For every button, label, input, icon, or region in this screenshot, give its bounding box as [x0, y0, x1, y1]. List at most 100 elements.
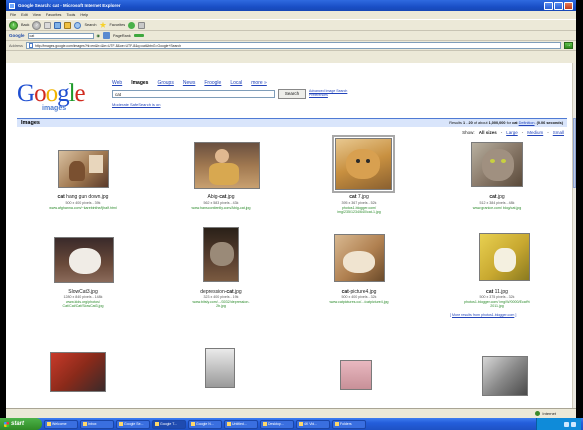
- image-thumbnail[interactable]: [58, 150, 109, 188]
- menu-file[interactable]: File: [10, 13, 16, 17]
- logo-letter: e: [74, 80, 86, 107]
- taskbar-item[interactable]: Untitled...: [224, 419, 258, 429]
- menu-favorites[interactable]: Favorites: [46, 13, 62, 17]
- size-filter: Show: All sizes - Large - Medium - Small: [462, 130, 564, 135]
- search-icon[interactable]: [74, 21, 82, 29]
- title-bar[interactable]: Google Search: cat - Microsoft Internet …: [6, 0, 576, 11]
- go-button[interactable]: →: [564, 42, 573, 49]
- window-icon: [83, 422, 87, 426]
- definition-link[interactable]: Definition: [519, 121, 535, 125]
- back-label[interactable]: Back: [21, 23, 29, 27]
- image-dimensions: 500 x 400 pixels - 39k: [65, 201, 101, 205]
- image-thumbnail[interactable]: [50, 352, 106, 392]
- tab-groups[interactable]: Groups: [157, 80, 173, 86]
- taskbar-item[interactable]: Google Se...: [116, 419, 150, 429]
- image-source-url[interactable]: photos1.blogger.com/ img/W/0000/Ecat% 20…: [432, 300, 562, 309]
- taskbar-item-active[interactable]: Google T...: [152, 419, 186, 429]
- window-icon: [47, 422, 51, 426]
- minimize-button[interactable]: [544, 1, 553, 10]
- favorites-label[interactable]: Favorites: [109, 23, 125, 27]
- tab-froogle[interactable]: Froogle: [204, 80, 221, 86]
- image-source-url[interactable]: photos1.blogger.com/ img/235/1234/640/ca…: [294, 206, 424, 215]
- image-thumbnail[interactable]: [340, 360, 372, 390]
- menu-edit[interactable]: Edit: [21, 13, 28, 17]
- network-icon[interactable]: [571, 421, 576, 427]
- taskbar: start Welcome Inbox Google Se... Google …: [0, 418, 583, 430]
- search-button[interactable]: Search: [278, 89, 306, 99]
- menu-help[interactable]: Help: [80, 13, 88, 17]
- zone-label: Internet: [542, 411, 556, 416]
- google-toolbar-go-icon[interactable]: ◉: [97, 33, 101, 38]
- show-label: Show:: [462, 130, 475, 135]
- start-label: start: [11, 421, 25, 427]
- google-search-web-icon[interactable]: [103, 32, 110, 39]
- image-thumbnail[interactable]: [203, 227, 239, 282]
- image-thumbnail[interactable]: [482, 356, 528, 396]
- window-icon: [227, 422, 231, 426]
- logo-letter: o: [34, 80, 46, 107]
- start-button[interactable]: start: [0, 418, 42, 430]
- more-results-link[interactable]: [ More results from photos1.blogger.com …: [450, 313, 516, 317]
- tab-local[interactable]: Local: [230, 80, 242, 86]
- stop-icon[interactable]: [44, 21, 52, 29]
- menu-view[interactable]: View: [33, 13, 41, 17]
- tab-web[interactable]: Web: [112, 80, 122, 86]
- image-thumbnail[interactable]: [334, 234, 385, 282]
- close-button[interactable]: [564, 1, 573, 10]
- favorites-star-icon[interactable]: [99, 21, 107, 28]
- safesearch-link[interactable]: Moderate SafeSearch is on: [112, 102, 160, 107]
- scrollbar-thumb[interactable]: [573, 118, 576, 188]
- size-large-link[interactable]: Large: [506, 130, 518, 135]
- image-source-url[interactable]: www.hanscontiently.com/Abig-cat.jpg: [156, 206, 286, 210]
- taskbar-item[interactable]: Google N...: [188, 419, 222, 429]
- image-thumbnail[interactable]: [194, 142, 260, 189]
- back-arrow-icon[interactable]: ‹: [9, 20, 18, 30]
- address-input[interactable]: http://images.google.com/images?hl=en&lr…: [25, 42, 561, 49]
- taskbar-item[interactable]: Desktop...: [260, 419, 294, 429]
- windows-flag-icon: [4, 421, 9, 427]
- tab-news[interactable]: News: [183, 80, 196, 86]
- image-filename: Abig-cat.jpg: [207, 194, 235, 200]
- image-filename: cat.jpg: [489, 194, 505, 200]
- vertical-scrollbar[interactable]: [572, 63, 576, 408]
- image-dimensions: 512 x 384 pixels - 48k: [479, 201, 515, 205]
- search-label[interactable]: Search: [84, 23, 96, 27]
- media-icon[interactable]: [128, 21, 136, 29]
- image-dimensions: 500 x 400 pixels - 32k: [341, 295, 377, 299]
- taskbar-item[interactable]: Folders: [332, 419, 366, 429]
- maximize-button[interactable]: [554, 1, 563, 10]
- image-source-url[interactable]: www.kids.org/photos/ Cat/Cat/Cat/SlowCat…: [18, 300, 148, 309]
- tab-images[interactable]: Images: [131, 80, 148, 86]
- google-toolbar-search-input[interactable]: cat: [27, 32, 94, 39]
- status-bar: Internet: [6, 408, 576, 418]
- size-medium-link[interactable]: Medium: [527, 130, 543, 135]
- image-thumbnail[interactable]: [332, 135, 395, 193]
- google-logo[interactable]: Google: [17, 80, 86, 107]
- image-source-url[interactable]: www.bitsly.com/.../3032/depression- 2b.j…: [156, 300, 286, 309]
- image-thumbnail[interactable]: [205, 348, 235, 388]
- refresh-icon[interactable]: [54, 21, 62, 29]
- image-search-input[interactable]: cat: [112, 90, 275, 98]
- results-for: for: [506, 121, 512, 125]
- results-prefix: Results: [449, 121, 462, 125]
- image-source-url[interactable]: www.catpictures.co/.../catpicture4.jpg: [294, 300, 424, 304]
- results-of-about: of about: [473, 121, 488, 125]
- preferences-link[interactable]: Preferences: [309, 93, 347, 97]
- image-source-url[interactable]: www.afghanna.com/~karebinthe/ljhalf.html: [18, 206, 148, 210]
- taskbar-item[interactable]: 4K Vid...: [296, 419, 330, 429]
- taskbar-item[interactable]: Welcome: [44, 419, 78, 429]
- tab-more[interactable]: more »: [251, 80, 267, 86]
- window-icon: [191, 422, 195, 426]
- taskbar-item[interactable]: Inbox: [80, 419, 114, 429]
- image-thumbnail[interactable]: [479, 233, 530, 281]
- menu-tools[interactable]: Tools: [66, 13, 75, 17]
- image-thumbnail[interactable]: [54, 237, 114, 283]
- forward-arrow-icon[interactable]: ›: [32, 20, 42, 30]
- search-tabs: Web Images Groups News Froogle Local mor…: [112, 80, 267, 86]
- size-small-link[interactable]: Small: [553, 130, 564, 135]
- history-icon[interactable]: [138, 21, 146, 29]
- volume-icon[interactable]: [564, 421, 569, 427]
- image-thumbnail[interactable]: [471, 142, 523, 187]
- home-icon[interactable]: [64, 21, 72, 29]
- image-source-url[interactable]: www.granice.com/ blog/cat.jpg: [432, 206, 562, 210]
